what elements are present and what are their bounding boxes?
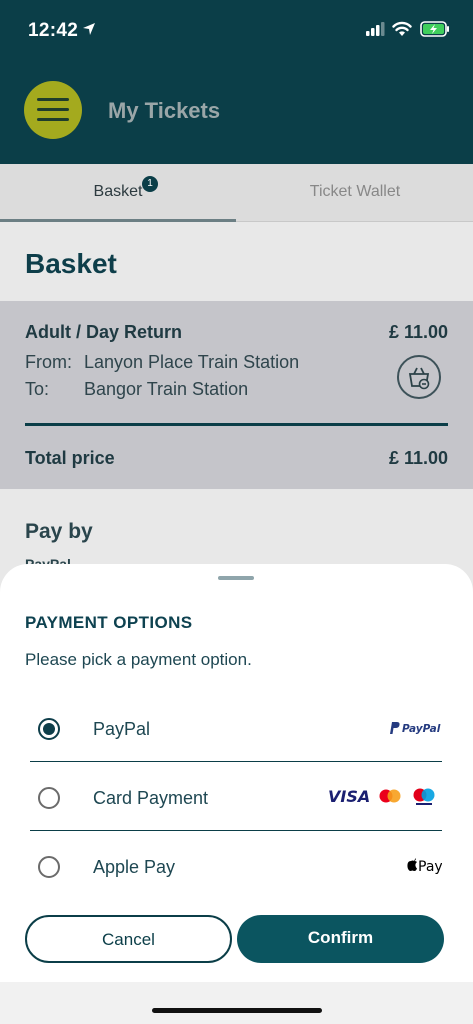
confirm-button[interactable]: Confirm [237,915,444,963]
total-price-label: Total price [25,448,115,468]
status-bar: 12:42 [0,0,473,60]
option-label: Apple Pay [93,857,176,877]
radio-card[interactable] [38,787,60,809]
tab-basket[interactable]: Basket [0,164,236,222]
card-brands-logo-icon: VISA [328,785,442,814]
sheet-subtitle: Please pick a payment option. [25,650,252,669]
payment-options-sheet: PAYMENT OPTIONS Please pick a payment op… [0,564,473,982]
ticket-type: Adult / Day Return [25,322,183,342]
battery-icon [420,21,449,37]
total-price-value: £ 11.00 [388,448,448,468]
paypal-logo-icon: PayPal [388,720,442,741]
basket-count-badge: 1 [142,176,158,192]
page-title: Basket [25,248,117,279]
from-label: From: [25,352,72,372]
from-station: Lanyon Place Train Station [84,352,300,372]
svg-text:Pay: Pay [418,859,442,875]
home-indicator-area [0,982,473,1024]
signal-icon [366,22,385,36]
wifi-icon [392,21,412,36]
basket-remove-icon [408,367,430,390]
sheet-title: PAYMENT OPTIONS [25,613,193,632]
payment-option-card[interactable]: Card Payment VISA [30,763,442,831]
home-indicator[interactable] [152,1008,322,1013]
svg-text:VISA: VISA [328,787,370,806]
tab-bar: Basket Ticket Wallet [0,164,473,222]
to-label: To: [25,379,50,399]
menu-button[interactable] [24,81,82,139]
sheet-grabber[interactable] [218,576,254,580]
pay-by-title: Pay by [25,520,93,543]
remove-ticket-button[interactable] [397,355,441,399]
radio-apple-pay[interactable] [38,856,60,878]
header-title: My Tickets [108,98,221,123]
cancel-button[interactable]: Cancel [25,915,232,963]
radio-paypal[interactable] [38,718,60,740]
option-label: PayPal [93,719,151,739]
payment-option-apple-pay[interactable]: Apple Pay Pay [30,832,443,900]
apple-pay-logo-icon: Pay [404,856,443,881]
payment-option-paypal[interactable]: PayPal PayPal [30,694,442,762]
divider [25,423,448,426]
hamburger-icon [37,98,69,101]
location-arrow-icon [83,23,95,35]
ticket-price: £ 11.00 [388,322,448,342]
tab-ticket-wallet[interactable]: Ticket Wallet [237,164,473,222]
to-station: Bangor Train Station [84,379,249,399]
option-label: Card Payment [93,788,209,808]
svg-text:PayPal: PayPal [402,723,441,735]
app-header: 12:42 My Tickets [0,0,473,164]
status-time: 12:42 [28,20,79,41]
